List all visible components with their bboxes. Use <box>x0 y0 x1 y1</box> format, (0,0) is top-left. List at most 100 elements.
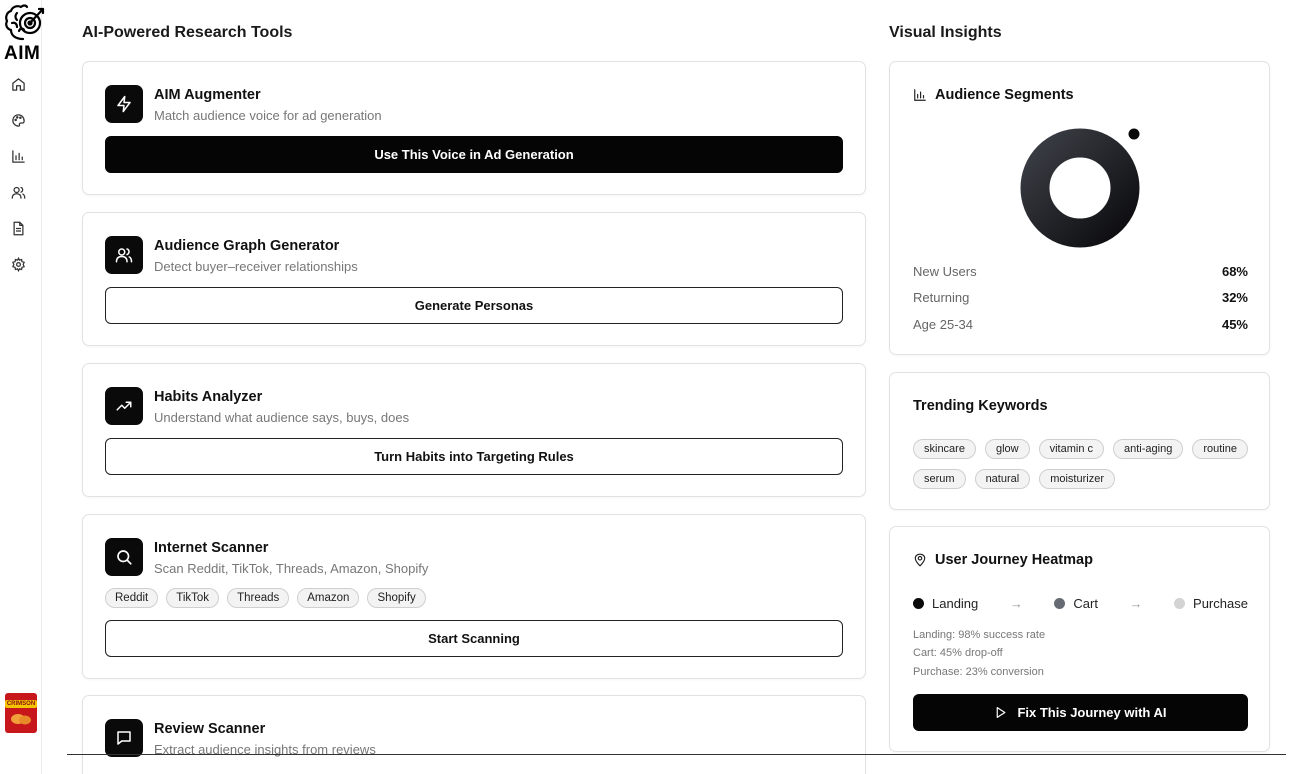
stat-label: New Users <box>913 264 977 279</box>
keyword-chip[interactable]: serum <box>913 469 966 489</box>
audience-segments-panel: Audience Segments New Users 68% Returnin… <box>889 61 1270 355</box>
brand-product-thumbnail[interactable]: CRIMSON <box>4 693 38 733</box>
users-icon <box>115 248 133 263</box>
tool-subtitle: Match audience voice for ad generation <box>154 108 382 123</box>
stat-label: Age 25-34 <box>913 317 973 332</box>
turn-habits-into-targeting-rules-button[interactable]: Turn Habits into Targeting Rules <box>105 438 843 475</box>
message-square-icon <box>117 731 131 745</box>
stat-value: 45% <box>1221 317 1248 332</box>
zap-icon <box>117 95 131 113</box>
platform-chips: Reddit TikTok Threads Amazon Shopify <box>105 588 426 608</box>
aim-logo[interactable]: AIM <box>2 3 46 64</box>
journey-step-cart[interactable]: Cart <box>1054 596 1098 611</box>
keyword-chip[interactable]: natural <box>974 469 1031 489</box>
platform-chip-amazon[interactable]: Amazon <box>297 588 360 608</box>
platform-chip-threads[interactable]: Threads <box>227 588 290 608</box>
journey-note: Purchase: 23% conversion <box>913 666 1044 678</box>
bar-chart-icon <box>11 149 25 163</box>
keyword-chip[interactable]: moisturizer <box>1039 469 1115 489</box>
sidebar-item-analytics[interactable] <box>9 147 27 165</box>
tool-title: Internet Scanner <box>154 540 269 556</box>
stat-value: 32% <box>1221 290 1248 305</box>
keyword-chip[interactable]: skincare <box>913 439 976 459</box>
keyword-chip[interactable]: anti-aging <box>1113 439 1184 459</box>
trending-keywords-panel: Trending Keywords skincare glow vitamin … <box>889 372 1270 510</box>
keyword-chip[interactable]: routine <box>1192 439 1248 459</box>
horizontal-divider <box>67 754 1286 755</box>
user-journey-header: User Journey Heatmap <box>913 552 1093 568</box>
step-dot <box>913 598 924 609</box>
insights-section-title: Visual Insights <box>889 24 1002 41</box>
donut-marker-dot <box>1128 128 1140 140</box>
tool-card-aim-augmenter: AIM Augmenter Match audience voice for a… <box>82 61 866 195</box>
bar-chart-icon <box>914 89 926 101</box>
arrow-right-icon: → <box>1129 596 1143 611</box>
stat-label: Returning <box>913 290 970 305</box>
audience-segments-header: Audience Segments <box>913 87 1074 103</box>
panel-title: User Journey Heatmap <box>935 552 1093 568</box>
tool-icon-badge <box>105 387 143 425</box>
chips-graphic-icon <box>11 714 31 725</box>
donut-ring <box>1020 128 1140 248</box>
map-pin-icon <box>914 553 926 567</box>
trending-up-icon <box>116 401 132 411</box>
sidebar-item-documents[interactable] <box>9 219 27 237</box>
play-icon <box>997 707 1006 718</box>
tool-card-habits-analyzer: Habits Analyzer Understand what audience… <box>82 363 866 497</box>
brand-thumb-label: CRIMSON <box>4 700 38 708</box>
tool-title: Habits Analyzer <box>154 389 263 405</box>
step-dot <box>1174 598 1186 609</box>
sidebar-item-settings[interactable] <box>9 255 27 273</box>
journey-step-landing[interactable]: Landing <box>913 596 978 611</box>
settings-icon <box>11 256 25 272</box>
sidebar-item-home[interactable] <box>9 75 27 93</box>
panel-title: Trending Keywords <box>913 398 1048 414</box>
document-icon <box>13 221 23 235</box>
sidebar-item-audience[interactable] <box>9 183 27 201</box>
search-icon <box>117 550 132 565</box>
users-icon <box>11 186 25 199</box>
keyword-chip[interactable]: vitamin c <box>1038 439 1104 459</box>
user-journey-heatmap-panel: User Journey Heatmap Landing → Cart → Pu… <box>889 526 1270 752</box>
brain-target-icon <box>5 4 45 41</box>
journey-note: Cart: 45% drop-off <box>913 647 1003 659</box>
fix-journey-with-ai-button[interactable]: Fix This Journey with AI <box>913 694 1248 731</box>
tool-title: Review Scanner <box>154 721 266 737</box>
button-label: Fix This Journey with AI <box>1017 705 1167 720</box>
step-label: Cart <box>1073 596 1098 611</box>
stat-row-new-users: New Users 68% <box>913 264 1248 279</box>
tool-subtitle: Scan Reddit, TikTok, Threads, Amazon, Sh… <box>154 561 429 576</box>
tool-icon-badge <box>105 538 143 576</box>
arrow-right-icon: → <box>1009 596 1023 611</box>
journey-steps: Landing → Cart → Purchase <box>913 596 1248 611</box>
stat-value: 68% <box>1221 264 1248 279</box>
step-label: Purchase <box>1193 596 1248 611</box>
logo-text: AIM <box>4 43 41 64</box>
stat-row-returning: Returning 32% <box>913 290 1248 305</box>
sidebar: AIM CRIMSON <box>0 0 45 774</box>
use-voice-in-ad-generation-button[interactable]: Use This Voice in Ad Generation <box>105 136 843 173</box>
tool-card-internet-scanner: Internet Scanner Scan Reddit, TikTok, Th… <box>82 514 866 679</box>
palette-icon <box>11 113 25 127</box>
platform-chip-tiktok[interactable]: TikTok <box>166 588 220 608</box>
tools-section-title: AI-Powered Research Tools <box>82 24 293 41</box>
sidebar-item-palette[interactable] <box>9 111 27 129</box>
stat-row-age: Age 25-34 45% <box>913 317 1248 332</box>
keyword-chip[interactable]: glow <box>984 439 1030 459</box>
journey-note: Landing: 98% success rate <box>913 629 1046 641</box>
start-scanning-button[interactable]: Start Scanning <box>105 620 843 657</box>
platform-chip-shopify[interactable]: Shopify <box>367 588 426 608</box>
step-label: Landing <box>932 596 979 611</box>
journey-step-purchase[interactable]: Purchase <box>1174 596 1248 611</box>
keyword-chips: skincare glow vitamin c anti-aging routi… <box>913 439 1258 489</box>
audience-donut-chart <box>1020 128 1140 248</box>
tool-title: AIM Augmenter <box>154 87 261 103</box>
tool-title: Audience Graph Generator <box>154 238 340 254</box>
tool-subtitle: Detect buyer–receiver relationships <box>154 259 358 274</box>
platform-chip-reddit[interactable]: Reddit <box>105 588 159 608</box>
tool-subtitle: Understand what audience says, buys, doe… <box>154 410 410 425</box>
trending-keywords-header: Trending Keywords <box>913 398 1048 414</box>
generate-personas-button[interactable]: Generate Personas <box>105 287 843 324</box>
tool-icon-badge <box>105 719 143 757</box>
tool-card-review-scanner: Review Scanner Extract audience insights… <box>82 695 866 774</box>
